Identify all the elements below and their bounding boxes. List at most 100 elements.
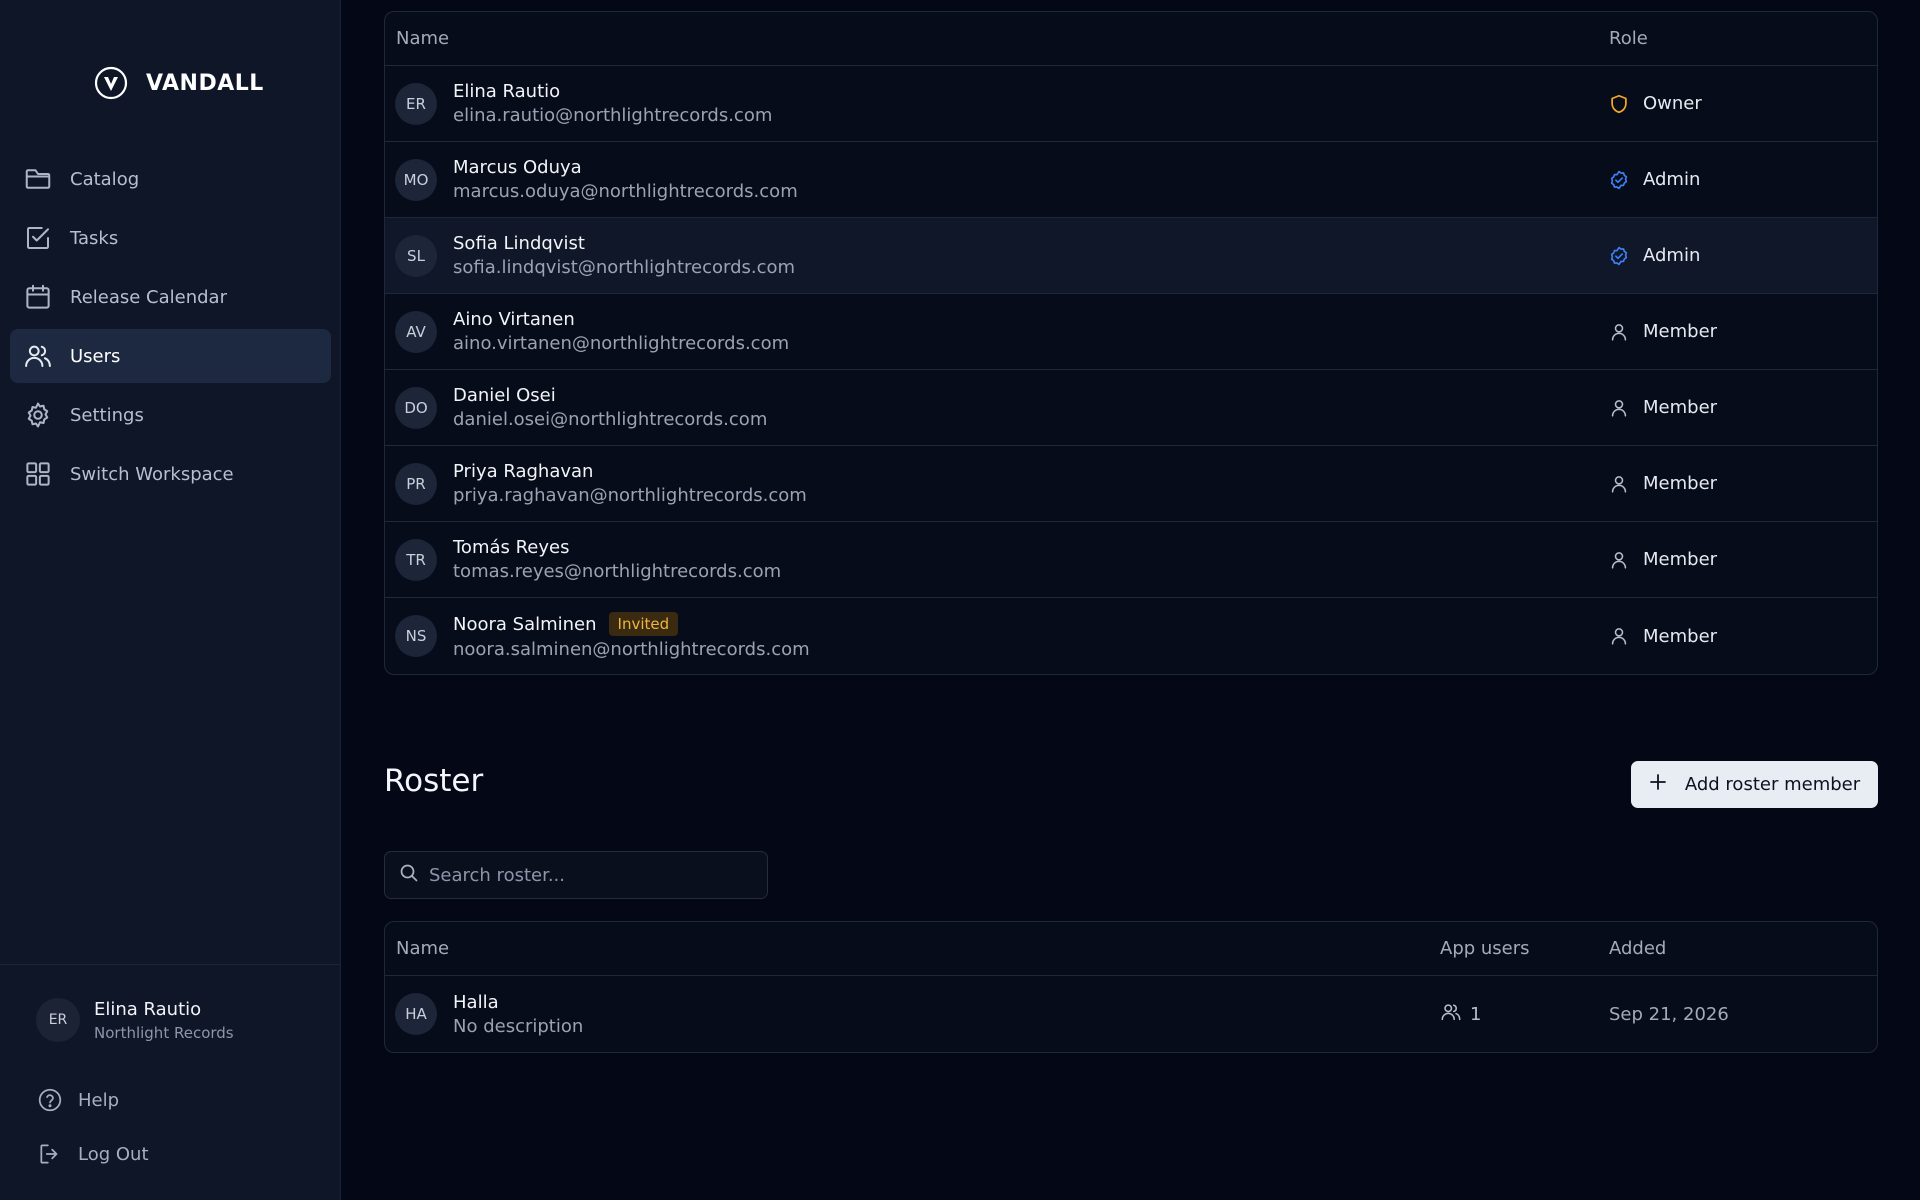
table-row[interactable]: ER Elina Rautio elina.rautio@northlightr… (385, 66, 1877, 142)
users-table: Name Role ER Elina Rautio elina.rautio@n… (384, 11, 1878, 675)
user-email: marcus.oduya@northlightrecords.com (453, 181, 798, 202)
role-cell: Owner (1607, 92, 1702, 116)
added-date: Sep 21, 2026 (1609, 1003, 1729, 1025)
user-name: Marcus Oduya (453, 157, 582, 178)
user-email: elina.rautio@northlightrecords.com (453, 105, 773, 126)
role-cell: Member (1607, 548, 1717, 572)
avatar: TR (395, 538, 437, 581)
column-header-added[interactable]: Added (1609, 938, 1666, 959)
help-label: Help (78, 1089, 120, 1111)
user-name-cell: ER Elina Rautio elina.rautio@northlightr… (395, 81, 772, 126)
folder-icon (22, 163, 54, 195)
user-email: tomas.reyes@northlightrecords.com (453, 561, 782, 582)
sidebar-item-switch-workspace[interactable]: Switch Workspace (10, 447, 331, 501)
user-icon (1607, 472, 1631, 496)
user-profile[interactable]: ER Elina Rautio Northlight Records (36, 998, 234, 1042)
sidebar-item-settings[interactable]: Settings (10, 388, 331, 442)
role-label: Owner (1643, 93, 1702, 114)
profile-name: Elina Rautio (94, 998, 202, 1020)
help-link[interactable]: Help (36, 1086, 119, 1114)
avatar: DO (395, 386, 437, 429)
sidebar: VANDALL Catalog Tasks Release Calendar U… (0, 0, 341, 1200)
table-row[interactable]: TR Tomás Reyes tomas.reyes@northlightrec… (385, 522, 1877, 598)
role-label: Member (1643, 549, 1718, 570)
table-row[interactable]: SL Sofia Lindqvist sofia.lindqvist@north… (385, 218, 1877, 294)
sidebar-item-label: Catalog (70, 168, 140, 190)
checkbox-icon (22, 222, 54, 254)
roster-name-cell: HA Halla No description (395, 992, 583, 1037)
calendar-icon (22, 281, 54, 313)
sidebar-item-label: Tasks (70, 227, 119, 249)
avatar: SL (395, 234, 437, 277)
table-header: Name Role (385, 12, 1877, 66)
users-icon (22, 340, 54, 372)
table-row[interactable]: PR Priya Raghavan priya.raghavan@northli… (385, 446, 1877, 522)
roster-search[interactable] (384, 851, 768, 899)
avatar: NS (395, 615, 437, 657)
user-name-cell: DO Daniel Osei daniel.osei@northlightrec… (395, 385, 767, 430)
add-roster-member-label: Add roster member (1684, 774, 1861, 795)
logout-label: Log Out (78, 1143, 149, 1165)
sidebar-item-catalog[interactable]: Catalog (10, 152, 331, 206)
avatar: ER (395, 82, 437, 125)
sidebar-item-label: Settings (70, 404, 144, 426)
sidebar-item-tasks[interactable]: Tasks (10, 211, 331, 265)
table-row[interactable]: DO Daniel Osei daniel.osei@northlightrec… (385, 370, 1877, 446)
role-label: Admin (1643, 169, 1701, 190)
table-row[interactable]: AV Aino Virtanen aino.virtanen@northligh… (385, 294, 1877, 370)
role-cell: Admin (1607, 168, 1700, 192)
column-header-app-users[interactable]: App users (1440, 938, 1530, 959)
column-header-role[interactable]: Role (1609, 28, 1648, 49)
column-header-name[interactable]: Name (396, 28, 449, 49)
profile-org: Northlight Records (94, 1023, 234, 1042)
sidebar-nav: Catalog Tasks Release Calendar Users Set… (10, 152, 331, 506)
sidebar-item-label: Switch Workspace (70, 463, 234, 485)
user-email: sofia.lindqvist@northlightrecords.com (453, 257, 796, 278)
role-cell: Member (1607, 320, 1717, 344)
avatar: AV (395, 310, 437, 353)
users-icon (1440, 1001, 1462, 1028)
app-users-value: 1 (1470, 1003, 1482, 1025)
role-label: Admin (1643, 245, 1701, 266)
user-name-cell: MO Marcus Oduya marcus.oduya@northlightr… (395, 157, 798, 202)
user-name-cell: SL Sofia Lindqvist sofia.lindqvist@north… (395, 233, 795, 278)
user-name: Priya Raghavan (453, 461, 594, 482)
user-email: priya.raghavan@northlightrecords.com (453, 485, 807, 506)
avatar: ER (36, 998, 80, 1042)
user-name-cell: TR Tomás Reyes tomas.reyes@northlightrec… (395, 537, 781, 582)
shield-icon (1607, 92, 1631, 116)
app-users-count: 1 (1440, 1001, 1481, 1028)
role-cell: Admin (1607, 244, 1700, 268)
role-label: Member (1643, 473, 1718, 494)
logout-link[interactable]: Log Out (36, 1140, 149, 1168)
help-icon (36, 1086, 64, 1114)
logout-icon (36, 1140, 64, 1168)
user-name: Aino Virtanen (453, 309, 575, 330)
sidebar-item-label: Release Calendar (70, 286, 227, 308)
user-email: noora.salminen@northlightrecords.com (453, 639, 810, 660)
sidebar-item-release-calendar[interactable]: Release Calendar (10, 270, 331, 324)
search-input[interactable] (429, 864, 767, 886)
sidebar-divider (0, 964, 341, 965)
role-cell: Member (1607, 396, 1717, 420)
avatar: MO (395, 158, 437, 201)
role-cell: Member (1607, 472, 1717, 496)
user-name: Noora Salminen (453, 613, 597, 635)
role-label: Member (1643, 625, 1718, 647)
sidebar-item-users[interactable]: Users (10, 329, 331, 383)
table-row[interactable]: NS Noora Salminen Invited noora.salminen… (385, 598, 1877, 674)
gear-icon (22, 399, 54, 431)
user-email: aino.virtanen@northlightrecords.com (453, 333, 790, 354)
brand-name: VANDALL (146, 70, 264, 96)
role-cell: Member (1607, 624, 1717, 648)
avatar: HA (395, 993, 437, 1035)
add-roster-member-button[interactable]: Add roster member (1631, 761, 1878, 808)
plus-icon (1649, 773, 1667, 796)
user-icon (1607, 396, 1631, 420)
brand-logo[interactable]: VANDALL (94, 66, 264, 100)
table-row[interactable]: HA Halla No description 1 Sep 21, 2026 (385, 976, 1877, 1052)
column-header-name[interactable]: Name (396, 938, 449, 959)
user-icon (1607, 548, 1631, 572)
table-row[interactable]: MO Marcus Oduya marcus.oduya@northlightr… (385, 142, 1877, 218)
sidebar-item-label: Users (70, 345, 121, 367)
